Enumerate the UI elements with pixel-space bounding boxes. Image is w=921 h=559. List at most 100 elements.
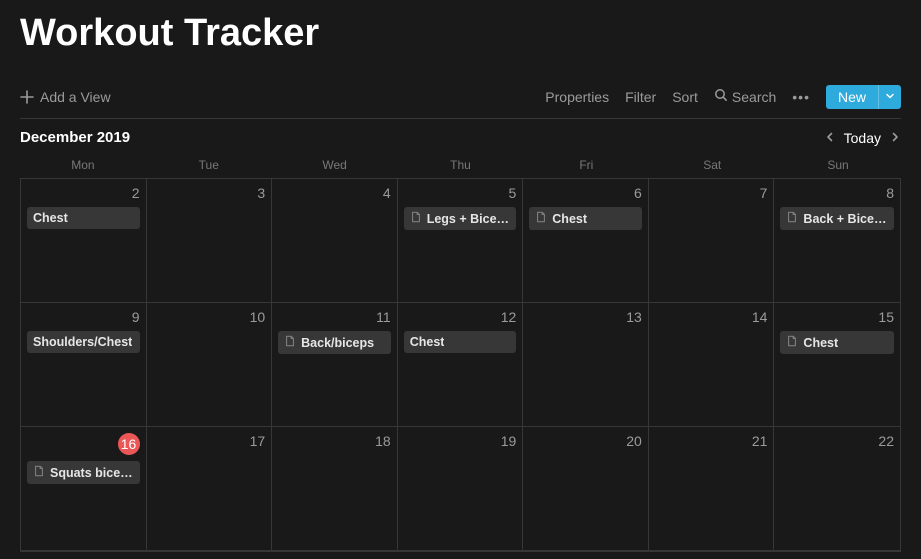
day-number: 13	[529, 309, 642, 325]
today-button[interactable]: Today	[844, 130, 881, 146]
weekday-label: Mon	[20, 152, 146, 178]
day-number: 10	[153, 309, 266, 325]
event-label: Legs + Biceps	[427, 212, 511, 226]
event-label: Back/biceps	[301, 336, 374, 350]
chevron-down-icon	[885, 89, 895, 104]
calendar-day[interactable]: 20	[523, 427, 649, 550]
calendar-day[interactable]: 7	[649, 179, 775, 302]
add-view-label: Add a View	[40, 89, 111, 105]
day-number: 7	[655, 185, 768, 201]
day-number: 9	[27, 309, 140, 325]
calendar-day[interactable]: 11 Back/biceps	[272, 303, 398, 426]
day-number: 17	[153, 433, 266, 449]
calendar-header: December 2019 Today	[20, 119, 901, 152]
properties-button[interactable]: Properties	[545, 89, 609, 105]
day-number: 11	[278, 309, 391, 325]
day-number: 14	[655, 309, 768, 325]
toolbar: Add a View Properties Filter Sort Search…	[20, 75, 901, 119]
calendar-event[interactable]: Chest	[780, 331, 894, 354]
prev-month-button[interactable]	[824, 130, 836, 146]
calendar-nav: Today	[824, 130, 901, 146]
new-button-dropdown[interactable]	[878, 85, 901, 109]
event-label: Back + Biceps	[803, 212, 888, 226]
calendar-day[interactable]: 22	[774, 427, 900, 550]
weekday-label: Fri	[523, 152, 649, 178]
next-month-button[interactable]	[889, 130, 901, 146]
page-icon	[410, 211, 422, 226]
calendar-day[interactable]: 5 Legs + Biceps	[398, 179, 524, 302]
event-label: Chest	[552, 212, 587, 226]
calendar-event[interactable]: Shoulders/Chest	[27, 331, 140, 353]
day-number: 18	[278, 433, 391, 449]
day-number: 15	[780, 309, 894, 325]
sort-button[interactable]: Sort	[672, 89, 698, 105]
calendar-week: 16 Squats bice… 17 18 19 20 21 22	[21, 427, 900, 551]
event-label: Shoulders/Chest	[33, 335, 132, 349]
calendar-event[interactable]: Chest	[529, 207, 642, 230]
calendar-week: 9 Shoulders/Chest 10 11 Back/biceps 12 Chest 13…	[21, 303, 900, 427]
add-view-button[interactable]: Add a View	[20, 89, 111, 105]
calendar-event[interactable]: Chest	[27, 207, 140, 229]
weekday-label: Tue	[146, 152, 272, 178]
day-number: 21	[655, 433, 768, 449]
calendar-day[interactable]: 13	[523, 303, 649, 426]
day-number: 20	[529, 433, 642, 449]
calendar-day[interactable]: 14	[649, 303, 775, 426]
calendar-day[interactable]: 3	[147, 179, 273, 302]
day-number: 6	[529, 185, 642, 201]
event-label: Squats bice…	[50, 466, 133, 480]
calendar-grid: 2 Chest 345 Legs + Biceps 6 Chest 78 Back + Bic…	[20, 178, 901, 552]
weekday-label: Sat	[649, 152, 775, 178]
calendar-day[interactable]: 16 Squats bice…	[21, 427, 147, 550]
page-icon	[786, 211, 798, 226]
day-number: 19	[404, 433, 517, 449]
calendar-day[interactable]: 18	[272, 427, 398, 550]
calendar-day[interactable]: 21	[649, 427, 775, 550]
day-number: 4	[278, 185, 391, 201]
calendar-day[interactable]: 9 Shoulders/Chest	[21, 303, 147, 426]
calendar-day[interactable]: 4	[272, 179, 398, 302]
calendar-event[interactable]: Back/biceps	[278, 331, 391, 354]
toolbar-right: Properties Filter Sort Search ••• New	[545, 85, 901, 109]
day-number: 8	[780, 185, 894, 201]
day-number: 2	[27, 185, 140, 201]
calendar-day[interactable]: 17	[147, 427, 273, 550]
page-title: Workout Tracker	[20, 0, 901, 75]
day-number: 5	[404, 185, 517, 201]
new-button-group: New	[826, 85, 901, 109]
day-number-today: 16	[27, 433, 140, 455]
month-label: December 2019	[20, 129, 130, 146]
day-number: 12	[404, 309, 517, 325]
calendar-day[interactable]: 6 Chest	[523, 179, 649, 302]
new-button[interactable]: New	[826, 85, 878, 109]
search-button[interactable]: Search	[714, 88, 776, 105]
event-label: Chest	[410, 335, 445, 349]
calendar-day[interactable]: 19	[398, 427, 524, 550]
calendar-day[interactable]: 10	[147, 303, 273, 426]
chevron-left-icon	[824, 130, 836, 146]
filter-button[interactable]: Filter	[625, 89, 656, 105]
more-menu-button[interactable]: •••	[792, 89, 810, 105]
calendar-event[interactable]: Back + Biceps	[780, 207, 894, 230]
chevron-right-icon	[889, 130, 901, 146]
search-label: Search	[732, 89, 776, 105]
calendar-event[interactable]: Chest	[404, 331, 517, 353]
calendar-day[interactable]: 2 Chest	[21, 179, 147, 302]
weekday-label: Sun	[775, 152, 901, 178]
plus-icon	[20, 90, 34, 104]
dots-icon: •••	[792, 89, 810, 105]
page-icon	[786, 335, 798, 350]
calendar-event[interactable]: Legs + Biceps	[404, 207, 517, 230]
weekday-header-row: MonTueWedThuFriSatSun	[20, 152, 901, 178]
calendar-day[interactable]: 12 Chest	[398, 303, 524, 426]
event-label: Chest	[803, 336, 838, 350]
page-icon	[33, 465, 45, 480]
weekday-label: Thu	[398, 152, 524, 178]
calendar-event[interactable]: Squats bice…	[27, 461, 140, 484]
calendar-day[interactable]: 8 Back + Biceps	[774, 179, 900, 302]
weekday-label: Wed	[272, 152, 398, 178]
calendar-day[interactable]: 15 Chest	[774, 303, 900, 426]
day-number: 3	[153, 185, 266, 201]
event-label: Chest	[33, 211, 68, 225]
page-icon	[535, 211, 547, 226]
